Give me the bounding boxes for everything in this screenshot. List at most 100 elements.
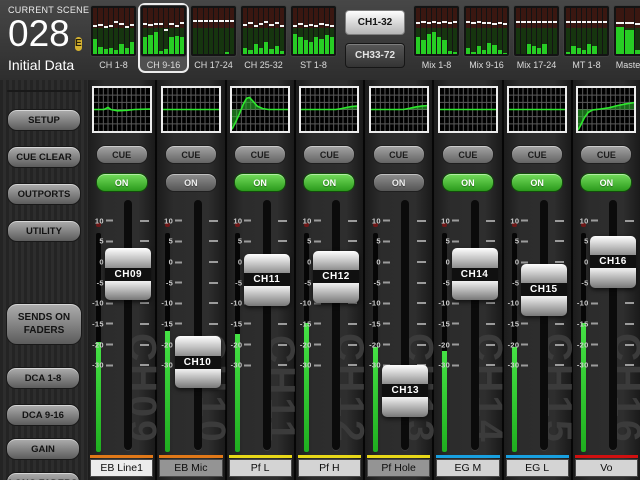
meter-block-ch-17-24[interactable]: CH 17-24 bbox=[190, 5, 237, 71]
sidebar-button-dca-1-8[interactable]: DCA 1-8 bbox=[6, 367, 80, 389]
fader-cap[interactable]: CH11 bbox=[244, 254, 290, 306]
meter-block-ch-1-8[interactable]: CH 1-8 bbox=[90, 5, 137, 71]
eq-thumbnail[interactable] bbox=[299, 86, 359, 133]
channel-name-label[interactable]: EG M bbox=[436, 459, 499, 477]
current-scene-panel[interactable]: CURRENT SCENE 028 E Initial Data bbox=[0, 0, 88, 80]
on-button[interactable]: ON bbox=[96, 173, 148, 192]
on-button[interactable]: ON bbox=[580, 173, 632, 192]
meter-column bbox=[280, 8, 284, 54]
eq-thumbnail[interactable] bbox=[161, 86, 221, 133]
cue-button[interactable]: CUE bbox=[511, 145, 563, 164]
bank-button-ch1-32[interactable]: CH1-32 bbox=[345, 10, 405, 35]
channel-name-row[interactable]: EB Mic bbox=[157, 455, 224, 480]
fader-track[interactable] bbox=[471, 200, 479, 450]
fader-scale-dash bbox=[383, 344, 390, 346]
eq-thumbnail[interactable] bbox=[576, 86, 636, 133]
channel-name-label[interactable]: EG L bbox=[506, 459, 569, 477]
channel-name-label[interactable]: EB Mic bbox=[159, 459, 222, 477]
meter-block-mt-1-8[interactable]: MT 1-8 bbox=[563, 5, 610, 71]
fader-cap[interactable]: CH15 bbox=[521, 264, 567, 316]
fader-cap-label: CH11 bbox=[244, 273, 290, 286]
fader-track[interactable] bbox=[540, 200, 548, 450]
channel-name-label[interactable]: EB Line1 bbox=[90, 459, 153, 477]
fader-track[interactable] bbox=[332, 200, 340, 450]
meter-block-mix-1-8[interactable]: Mix 1-8 bbox=[413, 5, 460, 71]
eq-thumbnail[interactable] bbox=[369, 86, 429, 133]
channel-name-label[interactable]: Pf Hole bbox=[367, 459, 430, 477]
on-button[interactable]: ON bbox=[373, 173, 425, 192]
fader-scale-dash-right bbox=[209, 282, 218, 284]
fader-cap[interactable]: CH10 bbox=[175, 336, 221, 388]
sidebar-button-gain[interactable]: GAIN bbox=[6, 438, 80, 460]
fader-cap[interactable]: CH14 bbox=[452, 248, 498, 300]
fader-cap[interactable]: CH12 bbox=[313, 251, 359, 303]
meter-block-label: Mix 17-24 bbox=[513, 57, 560, 71]
fader-scale-dash-right bbox=[209, 240, 218, 242]
meter-level bbox=[93, 39, 97, 54]
channel-name-row[interactable]: Pf H bbox=[296, 455, 363, 480]
on-button[interactable]: ON bbox=[511, 173, 563, 192]
fader-cap[interactable]: CH13 bbox=[382, 365, 428, 417]
eq-thumbnail[interactable] bbox=[230, 86, 290, 133]
fader-scale-label: -30 bbox=[300, 361, 312, 370]
meter-block-st-1-8[interactable]: ST 1-8 bbox=[290, 5, 337, 71]
fader-cap-top bbox=[105, 248, 151, 268]
channel-name-row[interactable]: Vo bbox=[573, 455, 640, 480]
fader-position-dash bbox=[109, 25, 113, 27]
fader-cap[interactable]: CH16 bbox=[590, 236, 636, 288]
on-button[interactable]: ON bbox=[442, 173, 494, 192]
meter-level bbox=[293, 34, 297, 54]
meter-block-ch-25-32[interactable]: CH 25-32 bbox=[240, 5, 287, 71]
fader-scale-dash-right bbox=[625, 220, 634, 222]
channel-name-label[interactable]: Vo bbox=[575, 459, 638, 477]
meter-block-mix-17-24[interactable]: Mix 17-24 bbox=[513, 5, 560, 71]
on-button[interactable]: ON bbox=[165, 173, 217, 192]
cue-button[interactable]: CUE bbox=[96, 145, 148, 164]
cue-button[interactable]: CUE bbox=[580, 145, 632, 164]
fader-position-dash bbox=[259, 23, 263, 25]
fader-scale-tick: 5 bbox=[296, 237, 321, 246]
sidebar-button-cue-clear[interactable]: CUE CLEAR bbox=[7, 146, 81, 168]
on-button[interactable]: ON bbox=[303, 173, 355, 192]
eq-thumbnail[interactable] bbox=[92, 86, 152, 133]
channel-name-label[interactable]: Pf H bbox=[298, 459, 361, 477]
cue-button[interactable]: CUE bbox=[303, 145, 355, 164]
cue-button[interactable]: CUE bbox=[373, 145, 425, 164]
channel-name-label[interactable]: Pf L bbox=[229, 459, 292, 477]
sidebar-button-utility[interactable]: UTILITY bbox=[7, 220, 81, 242]
cue-button[interactable]: CUE bbox=[234, 145, 286, 164]
meter-column bbox=[466, 8, 470, 54]
channel-name-row[interactable]: EB Line1 bbox=[88, 455, 155, 480]
sidebar-button-sends-on-faders[interactable]: SENDS ON FADERS bbox=[6, 303, 82, 345]
channel-name-row[interactable]: EG M bbox=[434, 455, 501, 480]
fader-cap-label: CH09 bbox=[105, 268, 151, 281]
meter-level bbox=[130, 42, 134, 54]
eq-thumbnail[interactable] bbox=[507, 86, 567, 133]
fader-track[interactable] bbox=[124, 200, 132, 450]
fader-area: CH141050-5-10-15-20-30CH14 bbox=[434, 197, 501, 455]
fader-track[interactable] bbox=[263, 200, 271, 450]
sidebar-button-long-faders[interactable]: LONG FADERS bbox=[6, 472, 80, 480]
bank-button-ch33-72[interactable]: CH33-72 bbox=[345, 43, 405, 68]
channel-name-row[interactable]: Pf L bbox=[227, 455, 294, 480]
fader-cap[interactable]: CH09 bbox=[105, 248, 151, 300]
sidebar-button-outports[interactable]: OUTPORTS bbox=[7, 183, 81, 205]
fader-scale-tick: -30 bbox=[504, 361, 529, 370]
sidebar-button-dca-9-16[interactable]: DCA 9-16 bbox=[6, 404, 80, 426]
fader-position-dash bbox=[254, 25, 258, 27]
meter-block-mix-9-16[interactable]: Mix 9-16 bbox=[463, 5, 510, 71]
fader-scale-tick: 10 bbox=[88, 216, 113, 225]
fader-position-dash bbox=[432, 21, 436, 23]
channel-name-row[interactable]: EG L bbox=[504, 455, 571, 480]
meter-block-master[interactable]: Master bbox=[613, 5, 640, 71]
fader-track[interactable] bbox=[194, 200, 202, 450]
meter-block-ch-9-16[interactable]: CH 9-16 bbox=[140, 5, 187, 71]
channel-name-row[interactable]: Pf Hole bbox=[365, 455, 432, 480]
meter-level bbox=[304, 40, 308, 54]
cue-button[interactable]: CUE bbox=[165, 145, 217, 164]
fader-scale-dash bbox=[591, 220, 598, 222]
sidebar-button-setup[interactable]: SETUP bbox=[7, 109, 81, 131]
cue-button[interactable]: CUE bbox=[442, 145, 494, 164]
on-button[interactable]: ON bbox=[234, 173, 286, 192]
eq-thumbnail[interactable] bbox=[438, 86, 498, 133]
